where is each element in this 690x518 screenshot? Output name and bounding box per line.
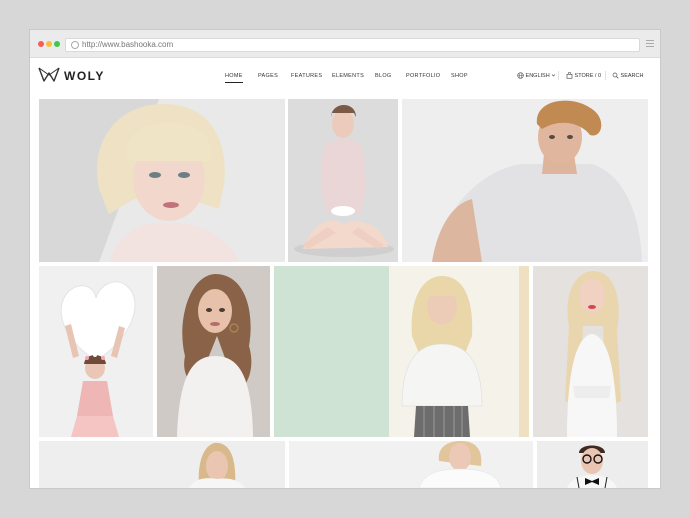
photo-sitting-woman-cardigan[interactable] — [288, 99, 398, 262]
photo-man-grey-tshirt[interactable] — [402, 99, 648, 262]
photo-image — [39, 266, 153, 437]
photo-glasses-bowtie-row3[interactable] — [537, 441, 648, 488]
photo-image — [288, 99, 398, 262]
photo-gallery — [30, 30, 660, 488]
photo-image — [537, 441, 648, 488]
photo-blonde-bob-portrait[interactable] — [39, 99, 285, 262]
photo-image — [157, 266, 270, 437]
photo-woman-wavy-hair-white[interactable] — [157, 266, 270, 437]
photo-image — [274, 266, 529, 437]
browser-window: http://www.bashooka.com WOLY HOME PAGES … — [30, 30, 660, 488]
photo-woman-white-tee-row3[interactable] — [289, 441, 533, 488]
photo-woman-white-row3[interactable] — [39, 441, 285, 488]
photo-image — [289, 441, 533, 488]
photo-image — [533, 266, 648, 437]
photo-image — [39, 99, 285, 262]
photo-girl-holding-heart[interactable] — [39, 266, 153, 437]
photo-blonde-white-dress[interactable] — [533, 266, 648, 437]
photo-image — [39, 441, 285, 488]
photo-image — [402, 99, 648, 262]
photo-woman-lace-top-mint-wall[interactable] — [274, 266, 529, 437]
